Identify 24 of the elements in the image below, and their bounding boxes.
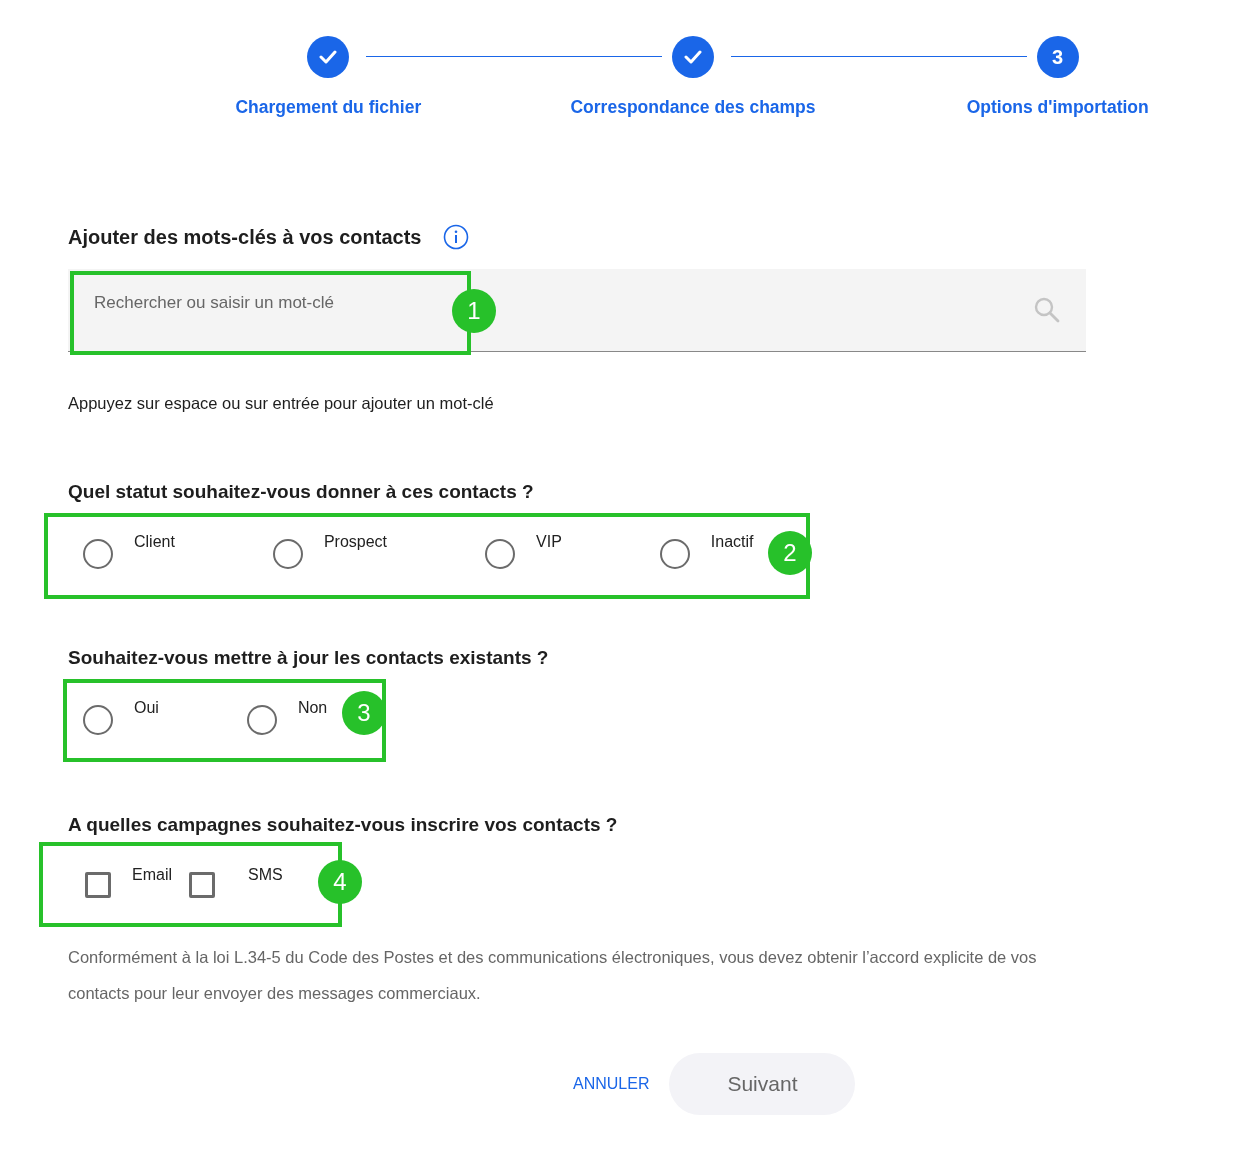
callout-badge: 4: [318, 860, 362, 904]
question-text: Quel statut souhaitez-vous donner à ces contacts ?: [68, 481, 535, 503]
radio-button[interactable]: [246, 705, 277, 735]
radio-button[interactable]: [272, 539, 303, 569]
step-indicator: 3: [1036, 36, 1079, 78]
step-label: Options d'importation: [966, 97, 1149, 118]
section-title: Ajouter des mots-clés à vos contacts: [68, 225, 422, 249]
hint-text: Appuyez sur espace ou sur entrée pour ajouter un mot-clé: [68, 394, 495, 413]
callout-badge: 2: [768, 531, 812, 575]
legal-notice: Conformément à la loi L.34-5 du Code des Postes et des communications électroniques, vous devez obtenir l’accord explicite de vos contacts pour leur envoyer des messages commerciaux.: [68, 947, 1038, 1004]
cancel-link[interactable]: ANNULER: [573, 1075, 650, 1093]
info-icon[interactable]: [443, 224, 470, 250]
check-icon: [319, 50, 338, 64]
radio-button[interactable]: [485, 539, 516, 569]
radio-button[interactable]: [659, 539, 690, 569]
checkbox[interactable]: [189, 872, 215, 898]
radio-button[interactable]: [83, 705, 113, 735]
question-text: Souhaitez-vous mettre à jour les contacts existants ?: [68, 647, 550, 669]
check-icon: [684, 50, 702, 64]
radio-button[interactable]: [83, 539, 113, 569]
step-label: Chargement du fichier: [235, 97, 422, 118]
question-text: A quelles campagnes souhaitez-vous inscrire vos contacts ?: [68, 814, 619, 836]
step-label: Correspondance des champs: [570, 97, 816, 118]
checkbox[interactable]: [85, 872, 111, 898]
